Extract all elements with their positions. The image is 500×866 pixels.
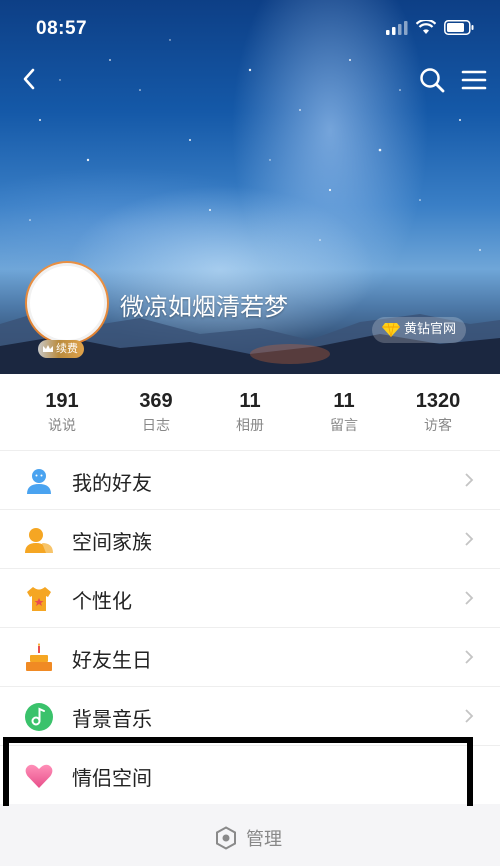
menu-label: 好友生日 bbox=[72, 648, 152, 672]
friends-icon bbox=[27, 469, 51, 494]
stat-message[interactable]: 11 留言 bbox=[304, 374, 384, 450]
yellow-diamond-link[interactable]: 黄钻官网 bbox=[372, 317, 467, 343]
avatar[interactable] bbox=[27, 263, 107, 343]
yellow-diamond-label: 黄钻官网 bbox=[404, 322, 457, 337]
stat-label: 日志 bbox=[142, 418, 170, 434]
yellow-diamond-icon bbox=[382, 323, 400, 337]
personalize-icon bbox=[27, 587, 51, 611]
status-time: 08:57 bbox=[36, 18, 88, 39]
stat-visitors[interactable]: 1320 访客 bbox=[398, 374, 478, 450]
nickname[interactable]: 微凉如烟清若梦 bbox=[120, 287, 288, 322]
stat-album[interactable]: 11 相册 bbox=[210, 374, 290, 450]
manage-button[interactable]: 管理 bbox=[214, 824, 282, 852]
chevron-right-icon bbox=[465, 591, 474, 605]
stat-value: 11 bbox=[333, 390, 355, 412]
menu-item-music[interactable]: 背景音乐 bbox=[0, 686, 500, 745]
menu-item-friends[interactable]: 我的好友 bbox=[0, 450, 500, 509]
menu-item-birthday[interactable]: 好友生日 bbox=[0, 627, 500, 686]
birthday-cake-icon bbox=[26, 643, 52, 671]
manage-bar: 管理 bbox=[0, 806, 500, 866]
chevron-right-icon bbox=[465, 709, 474, 723]
manage-label: 管理 bbox=[246, 829, 282, 850]
heart-icon bbox=[25, 764, 53, 788]
stat-value: 191 bbox=[45, 390, 79, 412]
music-icon bbox=[25, 703, 53, 731]
chevron-right-icon bbox=[465, 473, 474, 487]
back-icon[interactable] bbox=[16, 64, 46, 94]
signal-icon bbox=[386, 20, 408, 35]
menu-item-family[interactable]: 空间家族 bbox=[0, 509, 500, 568]
menu-item-personalize[interactable]: 个性化 bbox=[0, 568, 500, 627]
profile-cover[interactable]: 08:57 续费 微凉如烟清若梦 黄钻官网 bbox=[0, 0, 500, 374]
wifi-icon bbox=[416, 20, 436, 34]
stat-shuoshuo[interactable]: 191 说说 bbox=[22, 374, 102, 450]
stat-label: 说说 bbox=[48, 418, 76, 434]
stat-label: 相册 bbox=[236, 418, 264, 434]
stat-label: 访客 bbox=[424, 418, 452, 434]
search-icon[interactable] bbox=[418, 66, 446, 94]
menu-label: 空间家族 bbox=[72, 530, 152, 554]
stat-value: 369 bbox=[139, 390, 173, 412]
menu-item-couple-space[interactable]: 情侣空间 bbox=[0, 745, 500, 804]
menu-icon[interactable] bbox=[460, 66, 488, 94]
menu-label: 背景音乐 bbox=[72, 707, 152, 731]
renew-label: 续费 bbox=[56, 342, 78, 355]
renew-badge[interactable]: 续费 bbox=[38, 340, 84, 358]
crown-icon bbox=[43, 345, 53, 352]
battery-icon bbox=[444, 20, 474, 35]
hexagon-settings-icon bbox=[216, 826, 236, 850]
stat-label: 留言 bbox=[330, 418, 358, 434]
menu-label: 我的好友 bbox=[72, 471, 152, 495]
chevron-right-icon bbox=[465, 532, 474, 546]
stat-blog[interactable]: 369 日志 bbox=[116, 374, 196, 450]
stat-value: 11 bbox=[239, 390, 261, 412]
chevron-right-icon bbox=[465, 650, 474, 664]
status-bar: 08:57 bbox=[0, 0, 500, 58]
menu-label: 个性化 bbox=[72, 589, 132, 613]
stats-row: 191 说说 369 日志 11 相册 11 留言 1320 访客 bbox=[0, 374, 500, 450]
family-icon bbox=[25, 528, 53, 553]
menu-label: 情侣空间 bbox=[72, 766, 152, 790]
stat-value: 1320 bbox=[415, 390, 461, 412]
menu-list: 我的好友 空间家族 个性化 好友生日 背景音乐 情侣空间 bbox=[0, 450, 500, 804]
